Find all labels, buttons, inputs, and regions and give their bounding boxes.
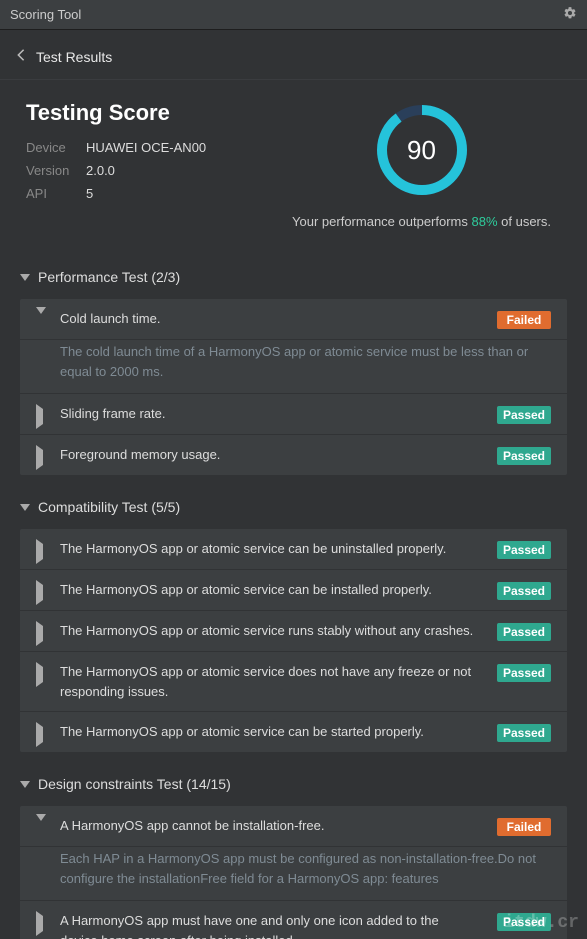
design-group: A HarmonyOS app cannot be installation-f… (20, 806, 567, 939)
page-title: Testing Score (26, 100, 292, 126)
test-row[interactable]: Foreground memory usage. Passed (20, 435, 567, 475)
outperform-text: Your performance outperforms 88% of user… (292, 214, 551, 229)
chevron-down-icon (20, 781, 30, 788)
score-ring: 90 (372, 100, 472, 200)
test-row[interactable]: The HarmonyOS app or atomic service can … (20, 712, 567, 752)
test-label: A HarmonyOS app must have one and only o… (60, 911, 485, 939)
back-button[interactable]: Test Results (0, 30, 587, 80)
header-left: Testing Score Device HUAWEI OCE-AN00 Ver… (26, 100, 292, 229)
chevron-right-icon (36, 409, 48, 424)
test-row[interactable]: Cold launch time. Failed (20, 299, 567, 340)
test-label: A HarmonyOS app cannot be installation-f… (60, 816, 485, 836)
section-title: Performance Test (2/3) (38, 269, 180, 285)
device-key: Device (26, 140, 86, 155)
device-val: HUAWEI OCE-AN00 (86, 140, 206, 155)
test-row[interactable]: The HarmonyOS app or atomic service runs… (20, 611, 567, 652)
performance-group: Cold launch time. Failed The cold launch… (20, 299, 567, 475)
section-header-performance[interactable]: Performance Test (2/3) (0, 255, 587, 299)
status-badge: Passed (497, 406, 551, 424)
test-label: The HarmonyOS app or atomic service can … (60, 722, 485, 742)
api-row: API 5 (26, 186, 292, 201)
chevron-right-icon (36, 727, 48, 742)
section-header-compatibility[interactable]: Compatibility Test (5/5) (0, 485, 587, 529)
outperform-pct: 88% (472, 214, 498, 229)
test-label: The HarmonyOS app or atomic service can … (60, 539, 485, 559)
chevron-left-icon (16, 48, 26, 65)
titlebar: Scoring Tool (0, 0, 587, 30)
device-row: Device HUAWEI OCE-AN00 (26, 140, 292, 155)
status-badge: Failed (497, 818, 551, 836)
window-title: Scoring Tool (10, 7, 81, 22)
chevron-right-icon (36, 916, 48, 931)
test-row[interactable]: The HarmonyOS app or atomic service can … (20, 529, 567, 570)
api-val: 5 (86, 186, 93, 201)
chevron-down-icon (36, 314, 48, 329)
test-label: Sliding frame rate. (60, 404, 485, 424)
chevron-down-icon (20, 504, 30, 511)
status-badge: Passed (497, 623, 551, 641)
test-label: The HarmonyOS app or atomic service does… (60, 662, 485, 701)
chevron-right-icon (36, 585, 48, 600)
chevron-right-icon (36, 667, 48, 682)
test-label: Cold launch time. (60, 309, 485, 329)
test-label: The HarmonyOS app or atomic service runs… (60, 621, 485, 641)
test-description: The cold launch time of a HarmonyOS app … (20, 340, 567, 394)
test-row[interactable]: A HarmonyOS app cannot be installation-f… (20, 806, 567, 847)
status-badge: Passed (497, 541, 551, 559)
status-badge: Passed (497, 913, 551, 931)
test-description: Each HAP in a HarmonyOS app must be conf… (20, 847, 567, 901)
test-label: Foreground memory usage. (60, 445, 485, 465)
chevron-down-icon (36, 821, 48, 836)
section-header-design[interactable]: Design constraints Test (14/15) (0, 762, 587, 806)
test-row[interactable]: The HarmonyOS app or atomic service can … (20, 570, 567, 611)
status-badge: Passed (497, 664, 551, 682)
section-title: Design constraints Test (14/15) (38, 776, 231, 792)
chevron-right-icon (36, 544, 48, 559)
chevron-right-icon (36, 450, 48, 465)
api-key: API (26, 186, 86, 201)
chevron-down-icon (20, 274, 30, 281)
header-section: Testing Score Device HUAWEI OCE-AN00 Ver… (0, 80, 587, 255)
version-val: 2.0.0 (86, 163, 115, 178)
status-badge: Passed (497, 447, 551, 465)
chevron-right-icon (36, 626, 48, 641)
version-key: Version (26, 163, 86, 178)
back-label: Test Results (36, 49, 112, 65)
outperform-prefix: Your performance outperforms (292, 214, 471, 229)
gear-icon[interactable] (563, 6, 577, 23)
test-label: The HarmonyOS app or atomic service can … (60, 580, 485, 600)
outperform-suffix: of users. (498, 214, 551, 229)
test-row[interactable]: A HarmonyOS app must have one and only o… (20, 901, 567, 939)
status-badge: Passed (497, 582, 551, 600)
header-right: 90 Your performance outperforms 88% of u… (292, 100, 561, 229)
status-badge: Failed (497, 311, 551, 329)
status-badge: Passed (497, 724, 551, 742)
section-title: Compatibility Test (5/5) (38, 499, 180, 515)
compatibility-group: The HarmonyOS app or atomic service can … (20, 529, 567, 752)
score-value: 90 (372, 100, 472, 200)
content-area: Test Results Testing Score Device HUAWEI… (0, 30, 587, 939)
version-row: Version 2.0.0 (26, 163, 292, 178)
test-row[interactable]: Sliding frame rate. Passed (20, 394, 567, 435)
test-row[interactable]: The HarmonyOS app or atomic service does… (20, 652, 567, 712)
